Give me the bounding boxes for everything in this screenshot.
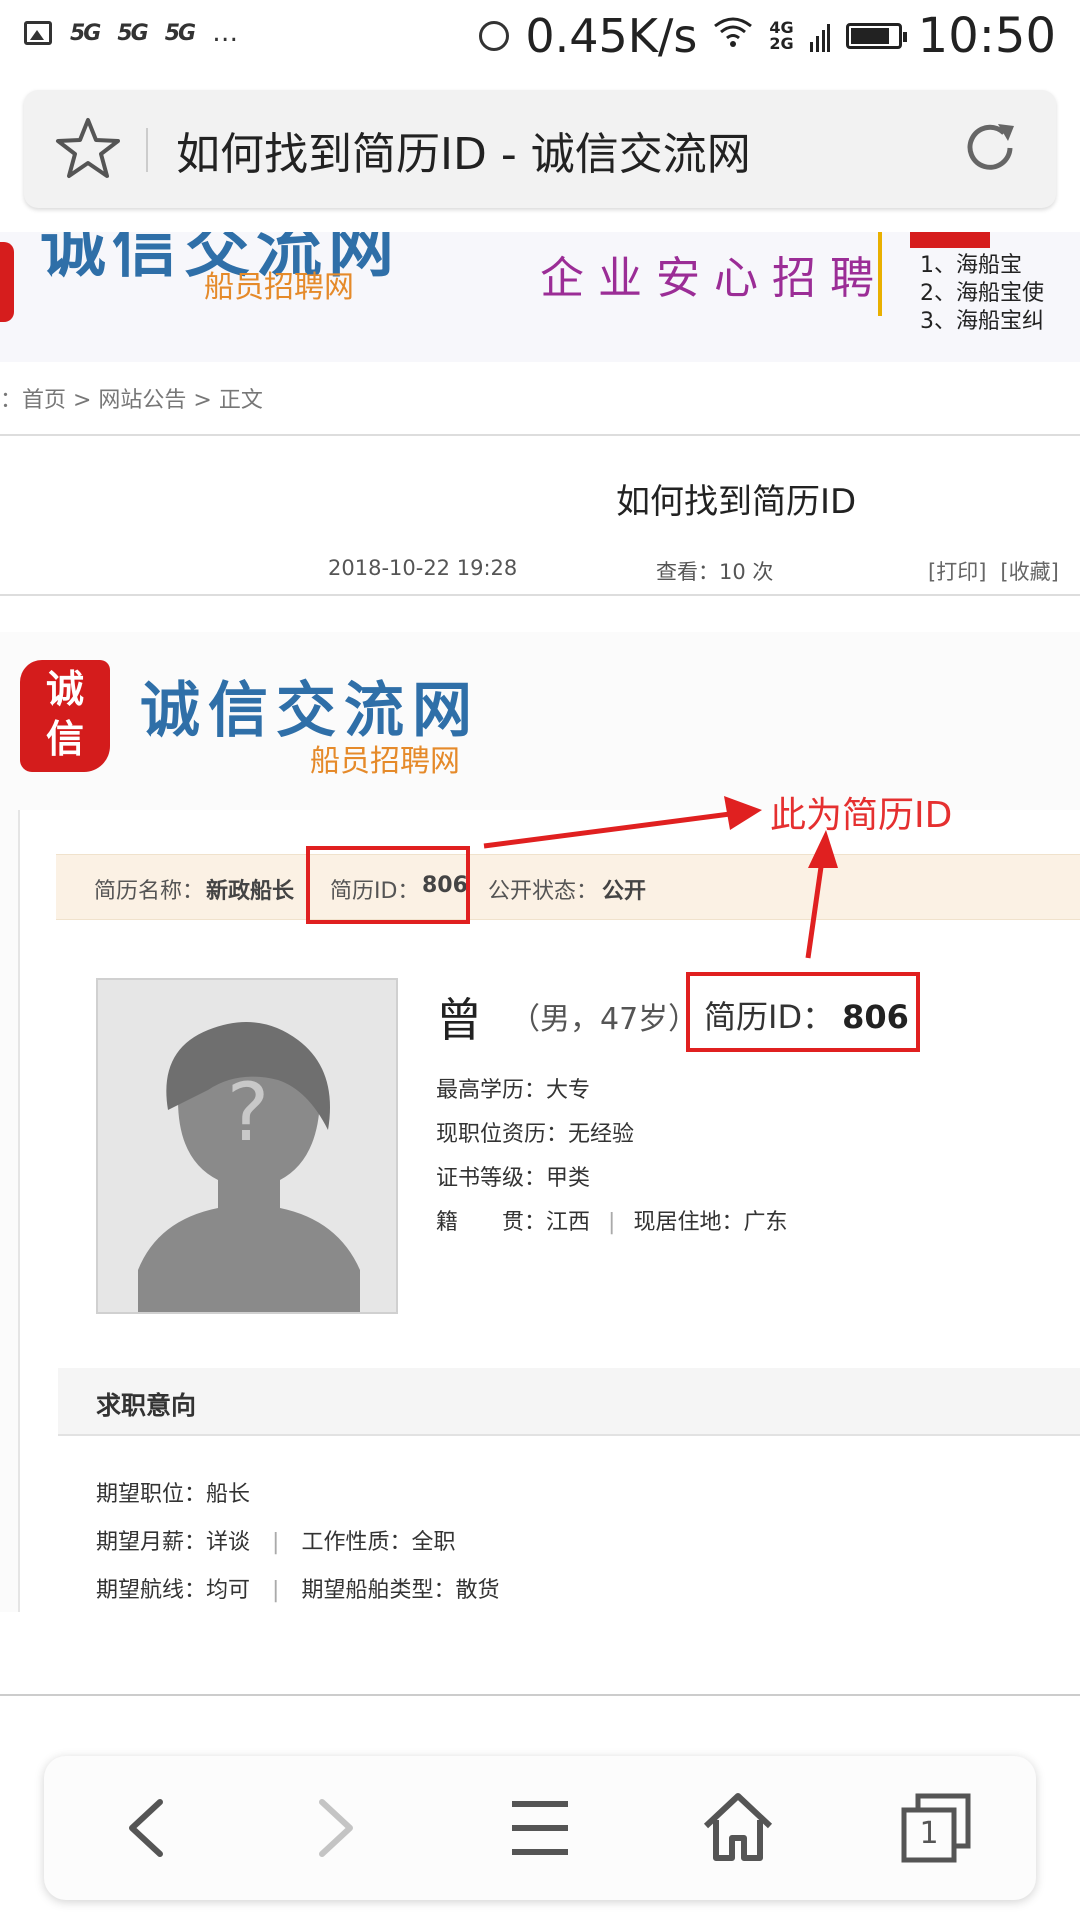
notice-list: 1、海船宝 2、海船宝使 3、海船宝纠 xyxy=(920,252,1044,336)
tabs-button[interactable]: 1 xyxy=(894,1786,978,1870)
tab-count: 1 xyxy=(919,1816,939,1851)
reload-icon[interactable] xyxy=(954,112,1026,184)
article-image: 诚信 诚信交流网 船员招聘网 简历名称： 新政船长 简历ID： 806 公开状态… xyxy=(0,632,1080,1612)
annotation-label: 此为简历ID xyxy=(770,795,953,836)
article-views: 查看：10 次 xyxy=(656,560,774,584)
certificate: 证书等级：甲类 xyxy=(436,1166,591,1191)
site-banner: 诚信交流网 船员招聘网 企业安心招聘 1、海船宝 2、海船宝使 3、海船宝纠 xyxy=(0,232,1080,362)
svg-text:?: ? xyxy=(227,1066,269,1159)
article-title: 如何找到简历ID xyxy=(616,482,857,522)
divider xyxy=(0,434,1080,436)
forward-icon[interactable] xyxy=(294,1786,378,1870)
article-actions: [打印] [收藏] xyxy=(928,556,1059,586)
banner-divider xyxy=(878,232,882,316)
clock: 10:50 xyxy=(917,8,1056,64)
notice-item[interactable]: 3、海船宝纠 xyxy=(920,308,1044,336)
page-title[interactable]: 如何找到简历ID - 诚信交流网 xyxy=(176,118,751,182)
highlight-box xyxy=(686,972,920,1052)
status-left: 5G 5G 5G … xyxy=(24,18,238,48)
candidate-surname: 曾 xyxy=(436,993,482,1047)
status-right: 0.45K/s 4G 2G 10:50 xyxy=(479,8,1056,64)
sim-icon: 5G xyxy=(117,20,148,46)
menu-icon[interactable] xyxy=(498,1786,582,1870)
notice-header xyxy=(910,232,990,248)
bookmark-star-icon[interactable] xyxy=(52,112,124,184)
avatar-placeholder: ? xyxy=(96,978,398,1314)
location-row: 籍 贯：江西 | 现居住地：广东 xyxy=(436,1204,787,1236)
alarm-icon xyxy=(479,21,510,51)
wifi-icon xyxy=(713,16,753,57)
gallery-notification-icon xyxy=(24,21,52,45)
status-bar: 5G 5G 5G … 0.45K/s 4G 2G 10:50 xyxy=(0,0,1080,72)
banner-logo-sub: 船员招聘网 xyxy=(204,270,354,305)
route-row: 期望航线：均可 | 期望船舶类型：散货 xyxy=(96,1572,499,1604)
expected-route: 期望航线：均可 xyxy=(96,1578,251,1603)
address-divider xyxy=(146,128,148,172)
address-bar[interactable]: 如何找到简历ID - 诚信交流网 xyxy=(24,90,1056,208)
residence: 现居住地：广东 xyxy=(633,1210,788,1235)
breadcrumb[interactable]: ：首页 > 网站公告 > 正文 xyxy=(0,382,263,414)
browser-toolbar: 1 xyxy=(44,1756,1036,1900)
battery-icon xyxy=(845,23,907,49)
ship-type: 期望船舶类型：散货 xyxy=(301,1578,500,1603)
experience: 现职位资历：无经验 xyxy=(436,1122,635,1147)
home-icon[interactable] xyxy=(696,1786,780,1870)
sim-icon: 5G xyxy=(164,20,196,46)
back-icon[interactable] xyxy=(104,1786,188,1870)
job-intent-header xyxy=(58,1368,1080,1436)
article-date: 2018-10-22 19:28 xyxy=(328,556,518,580)
banner-slogan: 企业安心招聘 xyxy=(540,253,888,304)
print-link[interactable]: [打印] xyxy=(928,556,986,586)
network-type: 4G 2G xyxy=(769,18,794,53)
separator: | xyxy=(272,1578,280,1603)
notice-item[interactable]: 2、海船宝使 xyxy=(920,280,1044,308)
education: 最高学历：大专 xyxy=(436,1078,591,1103)
job-type: 工作性质：全职 xyxy=(301,1530,456,1555)
notice-item[interactable]: 1、海船宝 xyxy=(920,252,1044,280)
expected-position: 期望职位：船长 xyxy=(96,1482,251,1507)
divider xyxy=(0,1694,1080,1696)
favorite-link[interactable]: [收藏] xyxy=(1000,556,1058,586)
logo-seal-fragment xyxy=(0,242,14,322)
separator: | xyxy=(608,1210,616,1235)
sim-icon: 5G xyxy=(70,20,101,46)
network-speed: 0.45K/s xyxy=(525,9,698,63)
separator: | xyxy=(272,1530,280,1555)
expected-salary: 期望月薪：详谈 xyxy=(96,1530,251,1555)
salary-row: 期望月薪：详谈 | 工作性质：全职 xyxy=(96,1524,455,1556)
hometown: 籍 贯：江西 xyxy=(436,1210,591,1235)
section-title: 求职意向 xyxy=(96,1391,197,1420)
candidate-gender-age: （男，47岁） xyxy=(510,1002,699,1037)
overflow-icon: … xyxy=(212,18,239,48)
divider xyxy=(0,594,1080,596)
signal-icon xyxy=(809,8,830,64)
